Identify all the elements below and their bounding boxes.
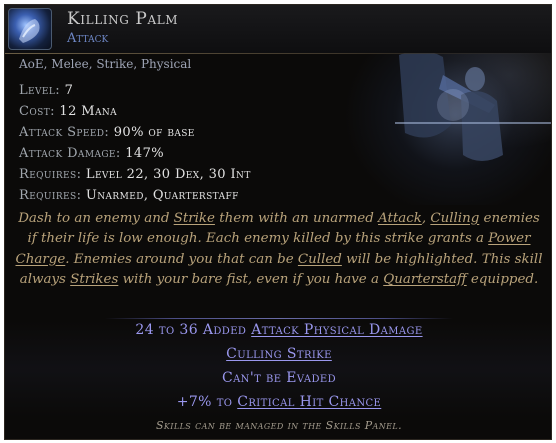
- skill-tags: AoE, Melee, Strike, Physical: [19, 57, 192, 71]
- header-divider: [5, 53, 551, 54]
- description-text: them with an unarmed: [214, 211, 379, 226]
- skill-type: Attack: [67, 31, 109, 46]
- stat-attack-damage: Attack Damage: 147%: [19, 146, 164, 161]
- attack-physical-damage-link[interactable]: Attack Physical Damage: [251, 322, 422, 338]
- skill-description: Dash to an enemy and Strike them with an…: [15, 209, 543, 290]
- stat-level: Level: 7: [19, 83, 74, 98]
- keyword-link[interactable]: Culling: [430, 211, 479, 226]
- description-text: with your bare fist, even if you have a: [118, 271, 384, 287]
- keyword-link[interactable]: Strikes: [70, 272, 118, 287]
- stat-attack-speed: Attack Speed: 90% of base: [19, 125, 195, 140]
- skill-tooltip: Killing Palm Attack AoE, Melee, Strike, …: [4, 4, 552, 440]
- culling-strike-link[interactable]: Culling Strike: [226, 346, 332, 362]
- critical-hit-chance-link[interactable]: Critical Hit Chance: [237, 394, 381, 410]
- description-text: Dash to an enemy and: [18, 211, 174, 226]
- keyword-link[interactable]: Culled: [298, 252, 342, 267]
- mod-culling-strike: Culling Strike: [5, 346, 551, 362]
- mod-added-physical-damage: 24 to 36 Added Attack Physical Damage: [135, 322, 423, 338]
- skill-title: Killing Palm: [67, 9, 179, 29]
- description-text: . Enemies around you that can be: [65, 251, 298, 267]
- stat-requires-level: Requires: Level 22, 30 Dex, 30 Int: [19, 167, 251, 182]
- description-text: equipped.: [466, 271, 539, 287]
- mod-critical-hit-chance: +7% to Critical Hit Chance: [176, 394, 382, 410]
- mod-cant-be-evaded: Can't be Evaded: [221, 370, 337, 386]
- modifier-divider: [105, 318, 453, 319]
- skills-panel-hint: Skills can be managed in the Skills Pane…: [156, 419, 402, 432]
- stat-requires-weapon: Requires: Unarmed, Quarterstaff: [19, 188, 239, 203]
- killing-palm-icon: [8, 8, 52, 50]
- keyword-link[interactable]: Attack: [378, 211, 422, 226]
- keyword-link[interactable]: Quarterstaff: [383, 272, 466, 287]
- stat-cost: Cost: 12 Mana: [19, 104, 118, 119]
- keyword-link[interactable]: Strike: [174, 211, 215, 226]
